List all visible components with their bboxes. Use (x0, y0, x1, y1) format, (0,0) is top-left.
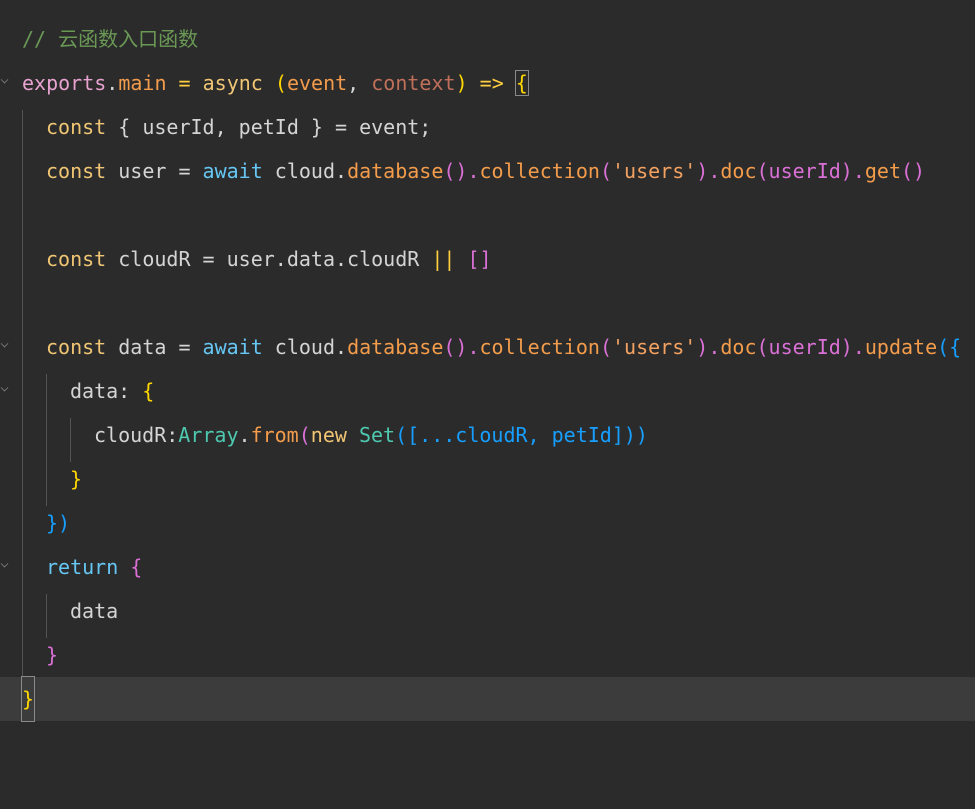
code-line-9[interactable]: data: { (0, 369, 975, 413)
code-line-3[interactable]: const { userId, petId } = event; (0, 105, 975, 149)
token: ). (696, 159, 721, 183)
token: . (106, 71, 119, 95)
token: from (250, 423, 299, 447)
token: ( (599, 335, 612, 359)
token: = (166, 71, 203, 95)
code-text: } (70, 467, 83, 491)
token: () (901, 159, 926, 183)
token: , (347, 71, 372, 95)
code-text: return { (46, 545, 142, 589)
token: user = (106, 159, 203, 183)
token: 'users' (611, 159, 697, 183)
fold-chevron-icon[interactable] (0, 383, 9, 392)
code-line-2[interactable]: exports.main = async (event, context) =>… (0, 61, 975, 105)
token: ({ (937, 335, 962, 359)
token: Set (358, 423, 396, 447)
fold-chevron-icon[interactable] (0, 339, 9, 348)
token: ( (599, 159, 612, 183)
code-line-10[interactable]: cloudR:Array.from(new Set([...cloudR, pe… (0, 413, 975, 457)
token: cloudR = user.data.cloudR (106, 247, 432, 271)
token: ) (455, 71, 468, 95)
code-text: } (46, 643, 59, 667)
token: 'users' (611, 335, 697, 359)
token: const (46, 115, 107, 139)
code-line-12[interactable]: }) (0, 501, 975, 545)
code-text: const data = await cloud.database().coll… (46, 325, 961, 369)
token: (). (443, 159, 480, 183)
code-line-6[interactable]: const cloudR = user.data.cloudR || [] (0, 237, 975, 281)
token: doc (720, 159, 757, 183)
token: [] (467, 247, 492, 271)
token: event (286, 71, 348, 95)
token: database (347, 335, 444, 359)
token: Array (178, 423, 239, 447)
code-text: const { userId, petId } = event; (46, 105, 431, 149)
token: await (202, 335, 263, 359)
code-line-15[interactable]: } (0, 633, 975, 677)
token: { userId, petId } = event; (106, 115, 432, 139)
token: const (46, 335, 107, 359)
code-text: const cloudR = user.data.cloudR || [] (46, 237, 492, 281)
code-text: exports.main = async (event, context) =>… (22, 61, 529, 105)
token: ). (696, 335, 721, 359)
token: get (864, 159, 901, 183)
code-text: data: { (70, 369, 154, 413)
token: collection (479, 159, 600, 183)
token: { (142, 379, 155, 403)
token: doc (720, 335, 757, 359)
token: cloud. (262, 159, 348, 183)
fold-chevron-icon[interactable] (0, 75, 9, 84)
token: cloudR (94, 423, 167, 447)
code-line-8[interactable]: const data = await cloud.database().coll… (0, 325, 975, 369)
code-line-16[interactable]: } (0, 676, 975, 722)
code-line-11[interactable]: } (0, 457, 975, 501)
token: (userId). (756, 159, 865, 183)
comment-text: // 云函数入口函数 (22, 27, 199, 51)
code-line-14[interactable]: data (0, 589, 975, 633)
code-line-1[interactable]: // 云函数入口函数 (0, 17, 975, 61)
token: context (371, 71, 456, 95)
token: ( (274, 71, 287, 95)
token: await (202, 159, 263, 183)
token: || (431, 247, 456, 271)
code-line-13[interactable]: return { (0, 545, 975, 589)
token: : (118, 379, 143, 403)
token: { (130, 555, 143, 579)
token: new (310, 423, 347, 447)
code-text: }) (46, 511, 71, 535)
token: const (46, 247, 107, 271)
token: return (46, 555, 119, 579)
token: (userId). (756, 335, 865, 359)
token: ([...cloudR, petId])) (395, 423, 648, 447)
token: const (46, 159, 107, 183)
code-text: data (70, 599, 119, 623)
token: { (514, 70, 529, 96)
token: main (118, 71, 167, 95)
code-line-4[interactable]: const user = await cloud.database().coll… (0, 149, 975, 193)
token: update (864, 335, 938, 359)
token: => (467, 71, 516, 95)
token: async (202, 71, 263, 95)
code-text: cloudR:Array.from(new Set([...cloudR, pe… (94, 413, 648, 457)
token: (). (443, 335, 480, 359)
token: cloud. (262, 335, 348, 359)
token: database (347, 159, 444, 183)
token: data (70, 379, 119, 403)
token: . (238, 423, 251, 447)
token: ( (298, 423, 311, 447)
code-editor[interactable]: // 云函数入口函数 exports.main = async (event, … (0, 0, 975, 727)
code-text: const user = await cloud.database().coll… (46, 149, 925, 193)
token: : (166, 423, 179, 447)
token: exports (22, 71, 107, 95)
token: collection (479, 335, 600, 359)
code-text: } (20, 676, 36, 722)
token: data = (106, 335, 203, 359)
fold-chevron-icon[interactable] (0, 559, 9, 568)
